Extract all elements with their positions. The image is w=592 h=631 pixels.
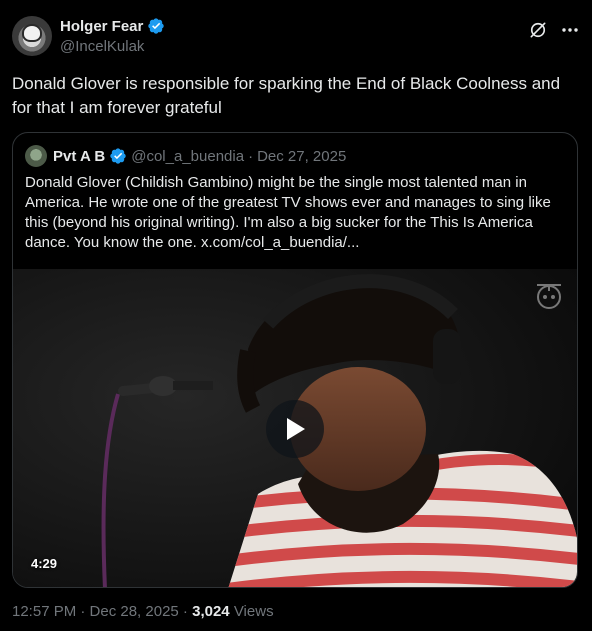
play-icon [287,418,305,440]
video-duration: 4:29 [31,556,58,571]
tweet-meta: 12:57 PM · Dec 28, 2025 · 3,024 Views [12,603,274,620]
quote-link[interactable]: x.com/col_a_buendia/... [201,234,359,251]
triple-j-logo-icon [537,284,561,309]
quote-display-name[interactable]: Pvt A B [53,148,105,165]
grok-icon[interactable] [528,20,548,40]
quote-verified-badge-icon [110,148,126,164]
quote-tweet-card[interactable]: Pvt A B @col_a_buendia · Dec 27, 2025 Do… [12,132,578,588]
avatar[interactable] [12,16,52,56]
quote-header: Pvt A B @col_a_buendia · Dec 27, 2025 [25,145,346,167]
tweet-header: Holger Fear @IncelKulak [12,12,580,60]
quote-handle[interactable]: @col_a_buendia [131,148,244,165]
tweet-text: Donald Glover is responsible for sparkin… [12,74,561,117]
author-names: Holger Fear @IncelKulak [60,17,165,55]
quote-text-block: Donald Glover (Childish Gambino) might b… [25,173,567,253]
display-name[interactable]: Holger Fear [60,18,143,35]
author-handle[interactable]: @IncelKulak [60,38,165,55]
video-player[interactable]: 4:29 [13,269,577,587]
views-label: Views [229,603,274,620]
quote-date[interactable]: Dec 27, 2025 [257,148,346,165]
quote-separator: · [248,147,254,165]
views-count: 3,024 [192,603,230,620]
more-icon[interactable] [560,22,580,38]
tweet-timestamp[interactable]: 12:57 PM · Dec 28, 2025 · [12,603,192,620]
display-name-row: Holger Fear [60,17,165,35]
tweet: Holger Fear @IncelKulak Donald Glover is… [0,0,592,631]
quote-avatar[interactable] [25,145,47,167]
play-button[interactable] [266,400,324,458]
verified-badge-icon [148,18,165,34]
